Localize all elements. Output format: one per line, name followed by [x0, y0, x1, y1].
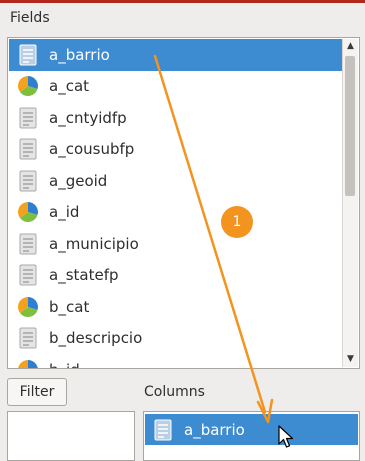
fields-label: Fields — [10, 10, 50, 26]
text-field-icon — [19, 138, 37, 160]
window-top-border — [0, 0, 365, 3]
scrollbar-thumb[interactable] — [345, 56, 355, 196]
column-item-a_barrio[interactable]: a_barrio — [145, 414, 358, 445]
field-item-label: a_cntyidfp — [49, 108, 127, 127]
fields-rows: a_barrio a_cat a_cntyidfp a_cousubfp a_g… — [9, 39, 343, 368]
field-item-label: b_id — [49, 361, 80, 368]
text-field-icon — [19, 327, 37, 349]
field-item-label: a_cousubfp — [49, 140, 135, 159]
field-item-b_cat[interactable]: b_cat — [9, 291, 343, 323]
scroll-up-arrow-icon[interactable]: ▲ — [343, 39, 358, 54]
field-item-a_cntyidfp[interactable]: a_cntyidfp — [9, 102, 343, 134]
categorized-field-icon — [18, 359, 38, 368]
text-field-icon — [19, 233, 37, 255]
filter-button[interactable]: Filter — [7, 378, 67, 406]
field-item-label: b_cat — [49, 297, 90, 316]
field-item-a_cousubfp[interactable]: a_cousubfp — [9, 134, 343, 166]
fields-scrollbar[interactable]: ▲ ▼ — [342, 39, 358, 367]
text-field-icon — [19, 264, 37, 286]
field-item-b_descripcio[interactable]: b_descripcio — [9, 323, 343, 355]
column-item-label: a_barrio — [184, 420, 245, 439]
field-item-label: a_statefp — [49, 266, 119, 285]
field-item-label: a_barrio — [49, 45, 110, 64]
field-item-a_geoid[interactable]: a_geoid — [9, 165, 343, 197]
field-item-a_barrio[interactable]: a_barrio — [9, 39, 343, 71]
text-field-icon — [19, 44, 37, 66]
field-item-a_cat[interactable]: a_cat — [9, 71, 343, 103]
scroll-down-arrow-icon[interactable]: ▼ — [343, 352, 358, 367]
field-item-label: b_descripcio — [49, 329, 143, 348]
field-item-a_id[interactable]: a_id — [9, 197, 343, 229]
filter-input[interactable] — [7, 411, 135, 461]
field-item-b_id[interactable]: b_id — [9, 354, 343, 368]
field-item-label: a_cat — [49, 77, 90, 96]
mouse-pointer-icon — [278, 425, 294, 448]
categorized-field-icon — [17, 202, 38, 223]
field-item-label: a_municipio — [49, 234, 139, 253]
columns-label: Columns — [144, 384, 205, 400]
categorized-field-icon — [17, 76, 38, 97]
field-item-a_statefp[interactable]: a_statefp — [9, 260, 343, 292]
text-field-icon — [154, 419, 172, 440]
field-item-label: a_geoid — [49, 171, 108, 190]
field-item-label: a_id — [49, 203, 80, 222]
field-item-a_municipio[interactable]: a_municipio — [9, 228, 343, 260]
categorized-field-icon — [17, 296, 38, 317]
columns-list[interactable]: a_barrio — [143, 411, 360, 461]
text-field-icon — [19, 170, 37, 192]
text-field-icon — [19, 107, 37, 129]
step-badge: 1 — [221, 206, 253, 238]
fields-list[interactable]: a_barrio a_cat a_cntyidfp a_cousubfp a_g… — [7, 37, 360, 369]
